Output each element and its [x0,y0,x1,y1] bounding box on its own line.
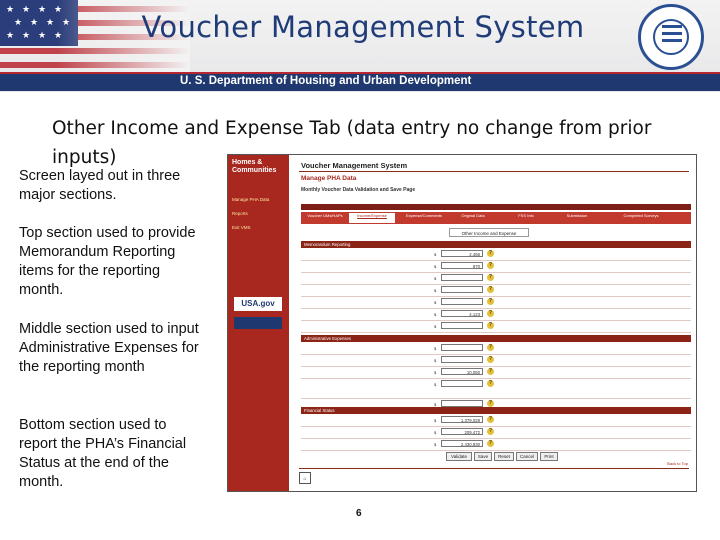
amount-input[interactable] [441,298,483,305]
reset-button[interactable]: Reset [494,452,514,461]
bullet-text: Top section used to provide Memorandum R… [19,225,196,298]
tab-expense-comments[interactable]: Expense/Comments [397,213,451,223]
tab-original-data[interactable]: Original Data [453,213,493,223]
table-row: $? [301,321,691,333]
table-row: $? [301,343,691,355]
amount-input[interactable]: 10,050 [441,368,483,375]
app-title: Voucher Management System [301,161,408,170]
table-row: $4,123? [301,309,691,321]
help-icon[interactable]: ? [487,440,494,447]
amount-input[interactable]: 4,123 [441,310,483,317]
amount-input[interactable]: 1,379,029 [441,416,483,423]
sidebar-item-manage[interactable]: Manage PHA Data [232,197,269,203]
help-icon[interactable]: ? [487,344,494,351]
header-banner: ★★★★ ★★★★ ★★★★ Voucher Management System… [0,0,720,92]
validate-button[interactable]: Validate [446,452,472,461]
help-icon[interactable]: ? [487,416,494,423]
page-number: 6 [356,508,362,519]
embedded-screenshot: Homes & Communities Manage PHA Data Repo… [227,154,697,492]
amount-input[interactable]: 2,456 [441,250,483,257]
help-icon[interactable]: ? [487,286,494,293]
sidebar-item-exit[interactable]: Exit VMS [232,225,251,231]
other-income-expense-heading: Other Income and Expense [449,228,529,237]
page-subtitle: Monthly Voucher Data Validation and Save… [301,187,416,193]
sidebar-item-reports[interactable]: Reports [232,211,248,217]
tab-voucher[interactable]: Voucher UMs/HAPs [303,213,347,223]
section-header: Memorandum Reporting [301,241,691,248]
section-header: Administrative Expenses [301,335,691,342]
table-row: $? [301,355,691,367]
bullet-text: Middle section used to input Administrat… [19,321,199,375]
amount-input[interactable] [441,344,483,351]
help-icon[interactable]: ? [487,298,494,305]
bullet-text: Screen layed out in three major sections… [19,168,181,203]
screenshot-sidebar: Homes & Communities Manage PHA Data Repo… [228,155,289,491]
amount-input[interactable]: 870 [441,262,483,269]
help-icon[interactable]: ? [487,310,494,317]
amount-input[interactable] [441,286,483,293]
table-row: $? [301,379,691,399]
table-row: $? [301,297,691,309]
tab-income-expense[interactable]: Income/Expense [349,213,395,223]
help-icon[interactable]: ? [487,322,494,329]
amount-input[interactable] [441,380,483,387]
divider [299,171,689,172]
help-icon[interactable]: ? [487,356,494,363]
equal-housing-icon: ⌂ [299,472,311,484]
hud-bar: U. S. Department of Housing and Urban De… [0,72,720,91]
save-button[interactable]: Save [474,452,492,461]
main-title: Voucher Management System [141,10,585,44]
table-row: $2,456? [301,249,691,261]
amount-input[interactable] [441,400,483,407]
amount-input[interactable]: 2,430,830 [441,440,483,447]
table-row: $? [301,285,691,297]
screenshot-content: Voucher Management System Manage PHA Dat… [289,155,696,491]
back-to-top-link[interactable]: Back to Top [667,461,688,466]
table-row: $2,430,830? [301,439,691,451]
department-name: U. S. Department of Housing and Urban De… [180,75,472,87]
hud-seal-icon [638,4,704,70]
table-row: $10,050? [301,367,691,379]
help-icon[interactable]: ? [487,400,494,407]
help-icon[interactable]: ? [487,380,494,387]
table-row: $1,379,029? [301,415,691,427]
amount-input[interactable] [441,356,483,363]
white-house-icon[interactable] [234,317,282,329]
tab-fss-info[interactable]: FSS Info [511,213,541,223]
usa-gov-badge[interactable]: USA.gov [234,297,282,311]
sidebar-header: Homes & Communities [232,159,277,174]
tab-completed-surveys[interactable]: Completed Surveys [611,213,671,223]
help-icon[interactable]: ? [487,274,494,281]
page-title: Manage PHA Data [301,175,357,182]
help-icon[interactable]: ? [487,262,494,269]
table-row: $870? [301,261,691,273]
section-header: Financial Status [301,407,691,414]
table-row: $209,472? [301,427,691,439]
help-icon[interactable]: ? [487,250,494,257]
amount-input[interactable] [441,322,483,329]
tab-submission[interactable]: Submission [557,213,597,223]
info-strip [301,204,691,210]
divider [299,468,689,469]
amount-input[interactable] [441,274,483,281]
table-row: $? [301,273,691,285]
help-icon[interactable]: ? [487,428,494,435]
tab-bar: Voucher UMs/HAPs Income/Expense Expense/… [301,212,691,224]
cancel-button[interactable]: Cancel [516,452,538,461]
bullet-text: Bottom section used to report the PHA’s … [19,417,187,490]
help-icon[interactable]: ? [487,368,494,375]
print-button[interactable]: Print [540,452,558,461]
amount-input[interactable]: 209,472 [441,428,483,435]
